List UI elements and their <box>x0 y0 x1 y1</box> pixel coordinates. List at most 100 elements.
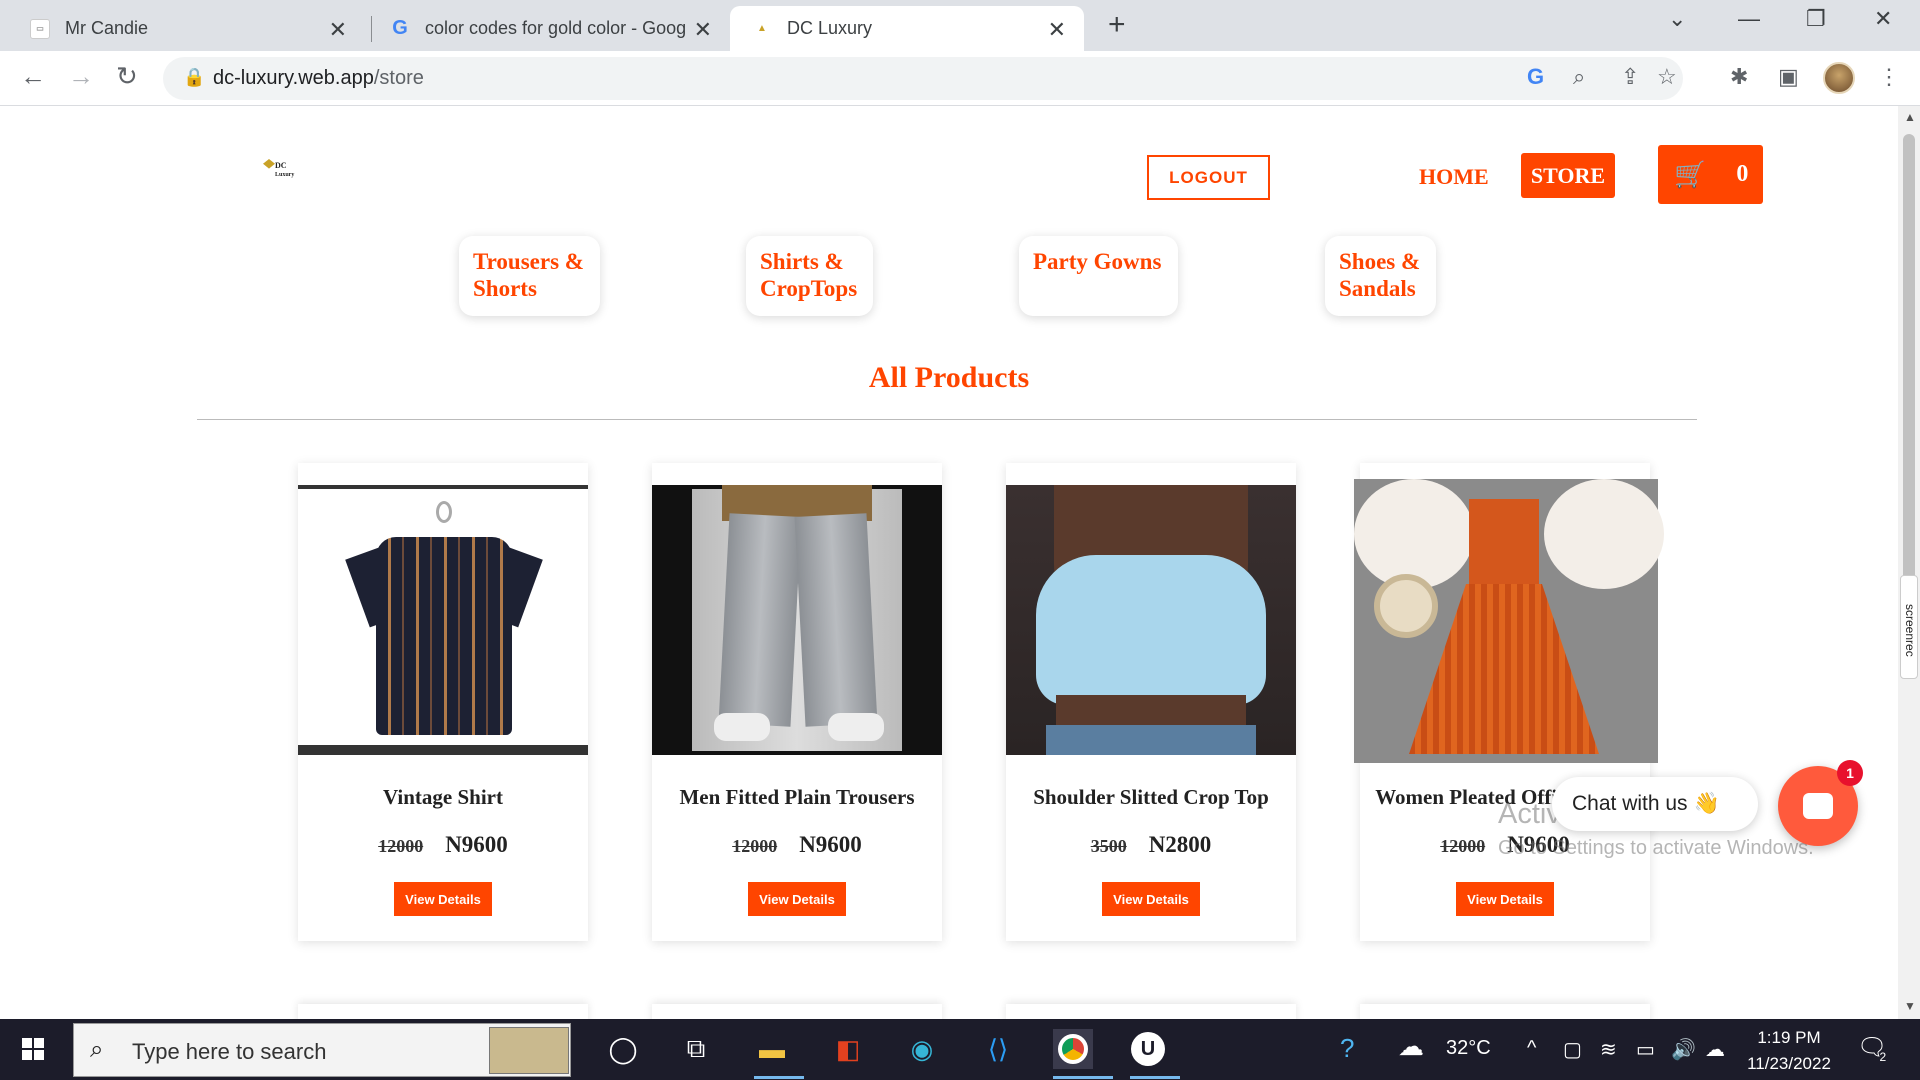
close-tab-icon[interactable]: ✕ <box>329 17 347 43</box>
battery-icon[interactable]: ▭ <box>1636 1037 1655 1062</box>
product-image-trousers[interactable] <box>652 485 942 755</box>
side-panel-icon[interactable]: ▣ <box>1778 64 1799 90</box>
tab-title: color codes for gold color - Goog <box>425 18 687 38</box>
help-icon[interactable]: ? <box>1340 1033 1354 1064</box>
weather-temperature[interactable]: 32°C <box>1446 1037 1491 1060</box>
cortana-icon[interactable]: ◯ <box>605 1031 641 1067</box>
product-card[interactable] <box>298 1004 588 1019</box>
file-explorer-icon[interactable]: ▬ <box>754 1031 790 1067</box>
product-name[interactable]: Men Fitted Plain Trousers <box>652 785 942 810</box>
current-price: N2800 <box>1148 832 1212 857</box>
tray-chevron-up-icon[interactable]: ^ <box>1527 1037 1536 1060</box>
search-highlight-image[interactable] <box>489 1027 569 1074</box>
menu-kebab-icon[interactable]: ⋮ <box>1878 64 1900 90</box>
new-tab-plus-icon[interactable]: + <box>1108 8 1126 42</box>
task-view-icon[interactable]: ⧉ <box>678 1031 714 1067</box>
category-party-gowns[interactable]: Party Gowns <box>1019 236 1178 316</box>
wifi-icon[interactable]: ≋ <box>1600 1037 1617 1062</box>
close-tab-icon[interactable]: ✕ <box>1048 17 1066 43</box>
product-card[interactable] <box>1006 1004 1296 1019</box>
windows-taskbar: ⌕ Type here to search ◯ ⧉ ▬ ◧ ◉ ⟨⟩ U ? ☁… <box>0 1019 1920 1080</box>
tab-dc-luxury[interactable]: ▲ DC Luxury ✕ <box>730 6 1084 51</box>
view-details-button[interactable]: View Details <box>748 882 846 916</box>
view-details-button[interactable]: View Details <box>1456 882 1554 916</box>
product-name[interactable]: Shoulder Slitted Crop Top <box>1006 785 1296 810</box>
shirt-body <box>376 537 512 735</box>
scroll-down-arrow-icon[interactable]: ▼ <box>1904 999 1916 1013</box>
product-card[interactable]: Men Fitted Plain Trousers 12000 N9600 Vie… <box>652 463 942 941</box>
category-shirts-croptops[interactable]: Shirts & CropTops <box>746 236 873 316</box>
page-scrollbar[interactable]: ▲ ▼ <box>1898 106 1920 1019</box>
product-card[interactable] <box>1360 1004 1650 1019</box>
volume-icon[interactable]: 🔊 <box>1671 1037 1696 1062</box>
close-window-icon[interactable]: ✕ <box>1874 6 1892 32</box>
tab-google-search[interactable]: G color codes for gold color - Goog ✕ <box>372 6 730 51</box>
view-details-button[interactable]: View Details <box>1102 882 1200 916</box>
product-card[interactable]: Women Pleated Office Gown 12000 N9600 Vie… <box>1354 463 1664 941</box>
fur-rug-right <box>1544 479 1664 589</box>
chat-label: Chat with us <box>1572 792 1688 815</box>
close-tab-icon[interactable]: ✕ <box>694 17 712 43</box>
notification-center-icon[interactable]: 🗨2 <box>1857 1033 1894 1064</box>
screenrec-widget[interactable]: screenrec <box>1900 575 1918 679</box>
site-logo[interactable]: DC Luxury <box>263 159 303 183</box>
profile-avatar[interactable] <box>1823 62 1855 94</box>
url-text[interactable]: dc-luxury.web.app/store <box>213 67 424 90</box>
cart-icon: 🛒 <box>1674 159 1707 189</box>
extensions-puzzle-icon[interactable]: ✱ <box>1730 64 1748 90</box>
forward-arrow-icon[interactable]: → <box>68 61 94 92</box>
logout-button[interactable]: LOGOUT <box>1147 155 1270 200</box>
home-link[interactable]: HOME <box>1419 164 1489 190</box>
minimize-icon[interactable]: — <box>1738 6 1760 32</box>
logo-hat-icon <box>263 159 275 169</box>
clock-date: 11/23/2022 <box>1747 1054 1831 1073</box>
product-image-croptop[interactable] <box>1006 485 1296 755</box>
zoom-icon[interactable]: ⌕ <box>1573 64 1585 90</box>
onedrive-cloud-icon[interactable]: ☁ <box>1705 1037 1725 1062</box>
back-arrow-icon[interactable]: ← <box>20 61 46 92</box>
office-icon[interactable]: ◧ <box>830 1031 866 1067</box>
view-details-button[interactable]: View Details <box>394 882 492 916</box>
page-icon: ▭ <box>30 18 50 39</box>
chat-prompt[interactable]: Chat with us 👋 <box>1552 777 1758 831</box>
dc-icon: ▲ <box>757 23 767 34</box>
vscode-icon[interactable]: ⟨⟩ <box>980 1031 1016 1067</box>
cart-button[interactable]: 🛒 0 <box>1658 145 1763 204</box>
tab-title: Mr Candie <box>65 18 149 38</box>
taskbar-search-box[interactable]: ⌕ Type here to search <box>73 1023 571 1077</box>
lock-icon[interactable]: 🔒 <box>183 67 205 88</box>
udemy-icon[interactable]: U <box>1130 1031 1166 1067</box>
logo-text: DC Luxury <box>275 162 294 179</box>
store-button[interactable]: STORE <box>1521 153 1615 198</box>
address-bar[interactable]: 🔒 dc-luxury.web.app/store G ⌕ ⇪ ☆ <box>163 57 1683 100</box>
restore-icon[interactable]: ❐ <box>1806 6 1826 32</box>
category-trousers-shorts[interactable]: Trousers & Shorts <box>459 236 600 316</box>
product-name[interactable]: Vintage Shirt <box>298 785 588 810</box>
category-shoes-sandals[interactable]: Shoes & Sandals <box>1325 236 1436 316</box>
tab-search-chevron-icon[interactable]: ⌄ <box>1668 6 1686 32</box>
store-page: DC Luxury LOGOUT HOME STORE 🛒 0 Trousers … <box>0 106 1898 1019</box>
trouser-leg-left <box>718 513 802 727</box>
product-card[interactable]: Shoulder Slitted Crop Top 3500 N2800 View… <box>1006 463 1296 941</box>
product-card[interactable]: Vintage Shirt 12000 N9600 View Details <box>298 463 588 941</box>
taskbar-clock[interactable]: 1:19 PM 11/23/2022 <box>1745 1025 1833 1077</box>
hanger-hook <box>436 501 452 523</box>
product-image-shirt[interactable] <box>298 485 588 755</box>
chrome-icon[interactable] <box>1053 1029 1093 1069</box>
chat-bubble-icon <box>1803 793 1833 819</box>
tab-mr-candie[interactable]: ▭ Mr Candie ✕ <box>0 6 365 51</box>
bookmark-star-icon[interactable]: ☆ <box>1657 64 1677 90</box>
sneaker-right <box>828 713 884 741</box>
product-price: 12000 N9600 <box>652 832 942 858</box>
weather-cloud-icon[interactable]: ☁ <box>1398 1031 1424 1062</box>
product-price: 3500 N2800 <box>1006 832 1296 858</box>
reload-icon[interactable]: ↻ <box>116 61 138 92</box>
scroll-up-arrow-icon[interactable]: ▲ <box>1904 110 1916 124</box>
product-image-gown[interactable] <box>1354 479 1664 763</box>
device-icon[interactable]: ▢ <box>1563 1037 1582 1062</box>
url-path: /store <box>373 67 424 89</box>
product-card[interactable] <box>652 1004 942 1019</box>
google-lens-icon[interactable]: G <box>1527 64 1544 90</box>
edge-icon[interactable]: ◉ <box>904 1031 940 1067</box>
share-icon[interactable]: ⇪ <box>1621 64 1639 90</box>
